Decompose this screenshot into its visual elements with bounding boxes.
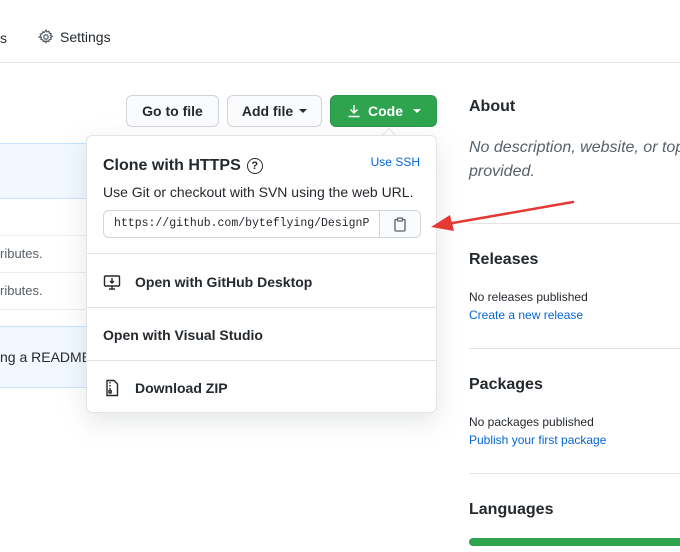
about-heading: About bbox=[469, 98, 516, 115]
divider bbox=[469, 473, 680, 474]
file-row[interactable]: ributes. bbox=[0, 273, 90, 310]
gear-icon bbox=[38, 29, 54, 44]
code-label: Code bbox=[368, 103, 403, 119]
open-github-desktop-label: Open with GitHub Desktop bbox=[135, 274, 313, 290]
open-visual-studio-label: Open with Visual Studio bbox=[103, 327, 263, 343]
download-zip-label: Download ZIP bbox=[135, 380, 228, 396]
file-zip-icon bbox=[106, 379, 119, 397]
nav-tab-partial[interactable]: s bbox=[0, 30, 7, 46]
caret-down-icon bbox=[299, 109, 308, 113]
desktop-download-icon bbox=[103, 275, 121, 290]
divider bbox=[87, 253, 436, 254]
file-row[interactable]: ributes. bbox=[0, 236, 90, 273]
question-icon[interactable]: ? bbox=[246, 158, 263, 174]
open-github-desktop-item[interactable]: Open with GitHub Desktop bbox=[103, 270, 312, 294]
clone-title-text: Clone with HTTPS bbox=[103, 157, 241, 174]
clone-url-group bbox=[103, 210, 421, 238]
divider bbox=[469, 348, 680, 349]
releases-heading[interactable]: Releases bbox=[469, 251, 538, 269]
create-release-link[interactable]: Create a new release bbox=[469, 308, 583, 322]
clone-dropdown: Clone with HTTPS ? Use SSH Use Git or ch… bbox=[86, 135, 437, 413]
open-visual-studio-item[interactable]: Open with Visual Studio bbox=[103, 323, 263, 347]
readme-prompt[interactable]: ng a README bbox=[0, 326, 90, 388]
packages-status: No packages published bbox=[469, 415, 594, 429]
releases-status: No releases published bbox=[469, 290, 588, 304]
download-icon bbox=[348, 105, 360, 118]
file-commit-message: ributes. bbox=[0, 246, 43, 261]
use-ssh-link[interactable]: Use SSH bbox=[371, 155, 420, 169]
divider bbox=[469, 223, 680, 224]
languages-heading: Languages bbox=[469, 501, 554, 518]
nav-tab-settings[interactable]: Settings bbox=[38, 29, 111, 45]
language-bar bbox=[469, 538, 680, 546]
about-description-line: No description, website, or topi bbox=[469, 139, 680, 156]
packages-heading[interactable]: Packages bbox=[469, 376, 543, 394]
caret-down-icon bbox=[413, 109, 421, 113]
readme-prompt-text: ng a README bbox=[0, 349, 90, 365]
about-description-line: provided. bbox=[469, 163, 535, 180]
latest-commit-bar bbox=[0, 143, 90, 199]
code-button[interactable]: Code bbox=[330, 95, 437, 127]
copy-url-button[interactable] bbox=[379, 211, 420, 237]
go-to-file-button[interactable]: Go to file bbox=[126, 95, 219, 127]
clone-url-input[interactable] bbox=[104, 211, 379, 237]
annotation-arrow-icon bbox=[431, 200, 575, 231]
download-zip-item[interactable]: Download ZIP bbox=[103, 376, 228, 400]
publish-package-link[interactable]: Publish your first package bbox=[469, 433, 606, 447]
add-file-label: Add file bbox=[241, 103, 294, 119]
divider bbox=[87, 360, 436, 361]
clone-description: Use Git or checkout with SVN using the w… bbox=[103, 184, 414, 200]
divider bbox=[87, 307, 436, 308]
file-row[interactable] bbox=[0, 199, 90, 236]
repo-nav: s Settings bbox=[0, 0, 680, 63]
go-to-file-label: Go to file bbox=[142, 103, 203, 119]
add-file-button[interactable]: Add file bbox=[227, 95, 322, 127]
clone-title: Clone with HTTPS ? bbox=[103, 157, 263, 175]
about-description: No description, website, or topi provide… bbox=[469, 136, 680, 184]
nav-settings-label: Settings bbox=[60, 29, 111, 45]
clipboard-icon bbox=[394, 216, 406, 232]
file-commit-message: ributes. bbox=[0, 283, 43, 298]
